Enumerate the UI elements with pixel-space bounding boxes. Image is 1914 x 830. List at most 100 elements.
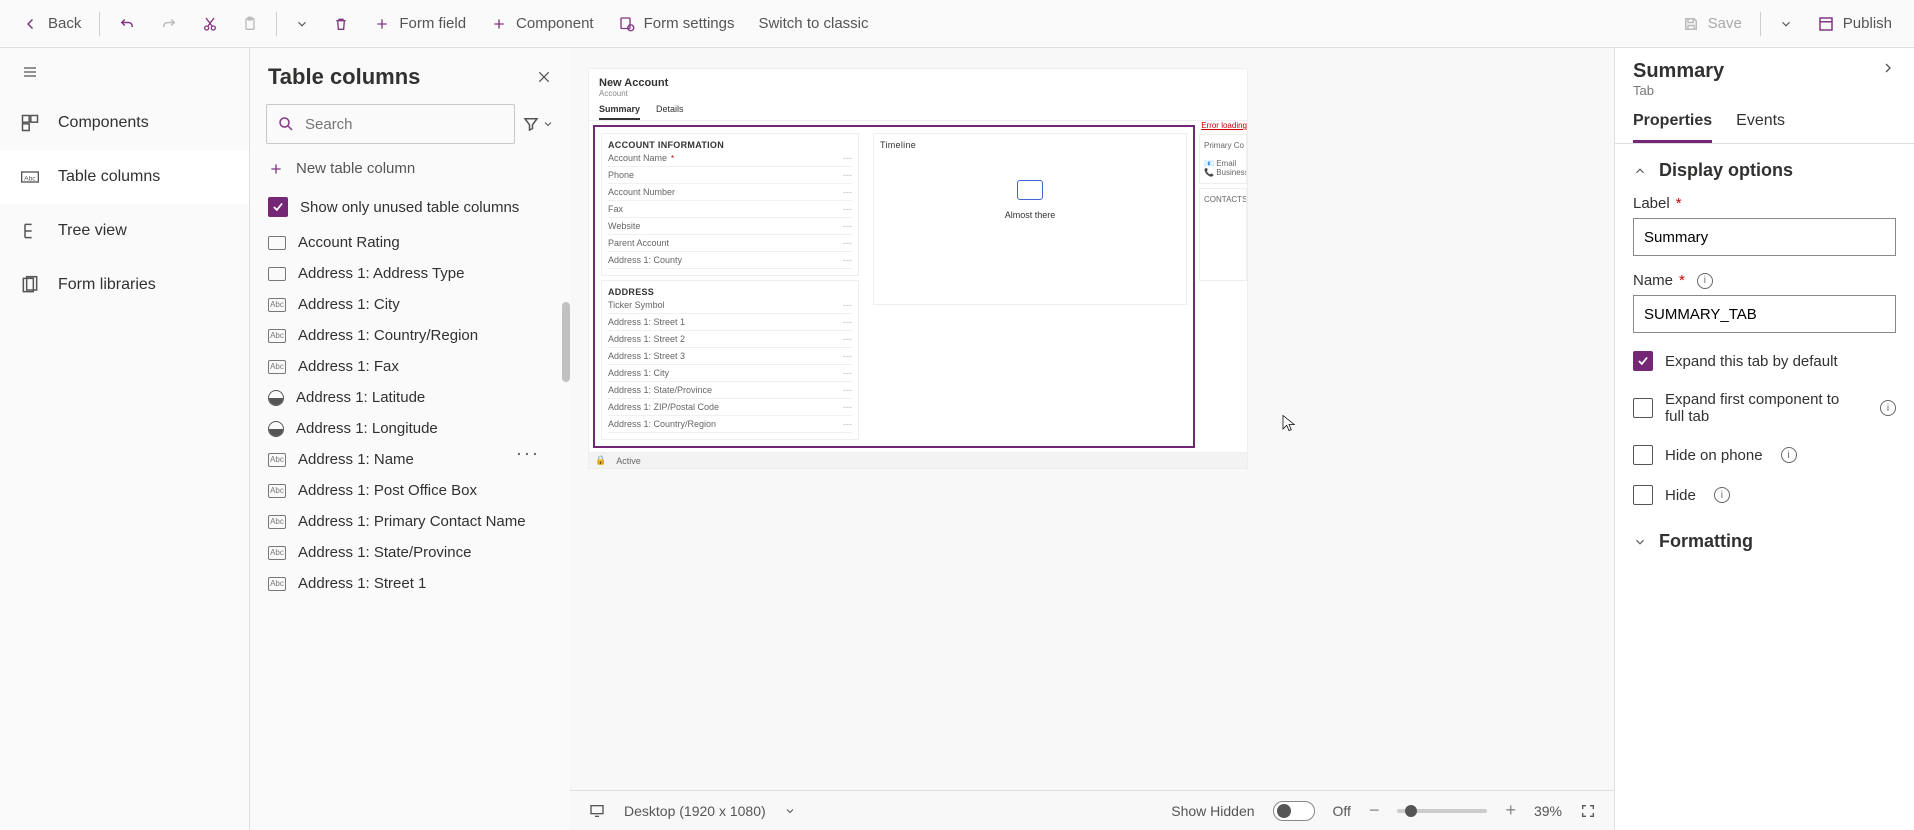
status-label: Active (616, 456, 641, 466)
column-item[interactable]: AbcAddress 1: Primary Contact Name (250, 506, 566, 537)
checkbox-checked-icon (1633, 351, 1653, 371)
switch-classic-button[interactable]: Switch to classic (748, 7, 878, 41)
close-panel-button[interactable] (536, 69, 552, 85)
show-hidden-toggle[interactable] (1273, 801, 1315, 821)
column-item[interactable]: Address 1: Address Type (250, 258, 566, 289)
unused-columns-toggle[interactable]: Show only unused table columns (250, 187, 570, 227)
form-field-row[interactable]: Address 1: City--- (608, 365, 852, 382)
name-input[interactable] (1633, 295, 1896, 333)
nav-item-table-columns[interactable]: Abc Table columns (0, 150, 249, 204)
nav-item-tree-view[interactable]: Tree view (0, 204, 249, 258)
expand-default-label: Expand this tab by default (1665, 353, 1838, 370)
add-form-field-button[interactable]: Form field (363, 7, 476, 41)
info-icon[interactable]: i (1880, 400, 1896, 416)
form-field-row[interactable]: Account Name *--- (608, 150, 852, 167)
more-options-icon[interactable]: ··· (516, 443, 540, 464)
nav-item-components[interactable]: Components (0, 96, 249, 150)
form-field-row[interactable]: Address 1: State/Province--- (608, 382, 852, 399)
fit-to-screen-button[interactable] (1580, 803, 1596, 819)
expand-first-checkbox[interactable]: Expand first component to full tab i (1615, 381, 1914, 435)
collapse-panel-button[interactable] (1880, 60, 1896, 76)
column-item[interactable]: AbcAddress 1: City (250, 289, 566, 320)
column-label: Address 1: State/Province (298, 544, 471, 561)
timeline-title: Timeline (880, 140, 1180, 150)
column-item[interactable]: Abc Address 1: State/Province (250, 537, 566, 568)
info-icon[interactable]: i (1697, 273, 1713, 289)
form-field-row[interactable]: Account Number--- (608, 184, 852, 201)
chevron-down-button[interactable] (285, 7, 319, 41)
publish-button[interactable]: Publish (1807, 7, 1902, 41)
form-field-row[interactable]: Address 1: Street 3--- (608, 348, 852, 365)
delete-button[interactable] (323, 7, 359, 41)
tab-summary[interactable]: Summary (599, 104, 640, 120)
expand-default-checkbox[interactable]: Expand this tab by default (1615, 341, 1914, 381)
error-loading-link[interactable]: Error loading (1199, 121, 1247, 130)
properties-tab[interactable]: Properties (1633, 112, 1712, 143)
form-field-row[interactable]: Fax--- (608, 201, 852, 218)
hamburger-button[interactable] (0, 48, 249, 96)
add-component-button[interactable]: Component (480, 7, 604, 41)
form-field-row[interactable]: Address 1: Street 1--- (608, 314, 852, 331)
form-field-row[interactable]: Address 1: Street 2--- (608, 331, 852, 348)
form-field-row[interactable]: Ticker Symbol--- (608, 297, 852, 314)
form-preview[interactable]: New Account Account Summary Details ACCO… (588, 68, 1248, 469)
properties-panel: Summary Tab Properties Events Display op… (1614, 48, 1914, 830)
column-item[interactable]: AbcAddress 1: Post Office Box (250, 475, 566, 506)
publish-label: Publish (1843, 15, 1892, 32)
hide-checkbox[interactable]: Hide i (1615, 475, 1914, 515)
column-item[interactable]: Account Rating (250, 227, 566, 258)
paste-button[interactable] (232, 7, 268, 41)
canvas-status-bar: Desktop (1920 x 1080) Show Hidden Off − … (570, 790, 1614, 830)
column-item[interactable]: AbcAddress 1: Country/Region (250, 320, 566, 351)
undo-button[interactable] (108, 7, 146, 41)
filter-button[interactable] (521, 104, 554, 144)
form-canvas-area: New Account Account Summary Details ACCO… (570, 48, 1614, 830)
info-icon[interactable]: i (1781, 447, 1797, 463)
form-field-row[interactable]: Website--- (608, 218, 852, 235)
back-button[interactable]: Back (12, 7, 91, 41)
text-type-icon: Abc (268, 577, 286, 591)
checkbox-icon (1633, 398, 1653, 418)
globe-type-icon (268, 421, 284, 437)
save-dropdown-button[interactable] (1769, 7, 1803, 41)
form-field-row[interactable]: Parent Account--- (608, 235, 852, 252)
formatting-section-toggle[interactable]: Formatting (1615, 515, 1914, 558)
redo-button[interactable] (150, 7, 188, 41)
new-table-column-button[interactable]: New table column (250, 150, 570, 187)
plus-icon (373, 15, 391, 33)
column-item[interactable]: Address 1: Longitude (250, 413, 566, 444)
form-field-row[interactable]: Address 1: Country/Region--- (608, 416, 852, 433)
column-item[interactable]: AbcAddress 1: Street 1 (250, 568, 566, 599)
text-type-icon: Abc (268, 453, 286, 467)
text-type-icon: Abc (268, 546, 286, 560)
columns-list[interactable]: Account Rating Address 1: Address Type A… (250, 227, 570, 830)
zoom-out-button[interactable]: − (1369, 800, 1380, 821)
form-settings-button[interactable]: Form settings (608, 7, 745, 41)
hide-phone-checkbox[interactable]: Hide on phone i (1615, 435, 1914, 475)
column-item[interactable]: Address 1: Latitude (250, 382, 566, 413)
zoom-in-button[interactable]: + (1505, 800, 1516, 821)
scrollbar-thumb[interactable] (562, 302, 570, 382)
zoom-value: 39% (1534, 803, 1562, 819)
search-input[interactable] (305, 116, 504, 133)
chevron-down-icon[interactable] (784, 805, 796, 817)
label-input[interactable] (1633, 218, 1896, 256)
checkbox-checked-icon (268, 197, 288, 217)
tab-details[interactable]: Details (656, 104, 684, 120)
cut-button[interactable] (192, 7, 228, 41)
save-icon (1682, 15, 1700, 33)
svg-text:Abc: Abc (24, 175, 36, 182)
device-label[interactable]: Desktop (1920 x 1080) (624, 803, 766, 819)
column-label: Account Rating (298, 234, 400, 251)
column-item[interactable]: AbcAddress 1: Fax (250, 351, 566, 382)
form-field-row[interactable]: Address 1: County--- (608, 252, 852, 269)
chevron-down-icon (1633, 535, 1647, 549)
info-icon[interactable]: i (1714, 487, 1730, 503)
save-button[interactable]: Save (1672, 7, 1752, 41)
events-tab[interactable]: Events (1736, 112, 1785, 143)
form-field-row[interactable]: Address 1: ZIP/Postal Code--- (608, 399, 852, 416)
nav-item-form-libraries[interactable]: Form libraries (0, 258, 249, 312)
zoom-slider[interactable] (1397, 809, 1487, 813)
form-field-row[interactable]: Phone--- (608, 167, 852, 184)
display-options-section-toggle[interactable]: Display options (1615, 144, 1914, 187)
